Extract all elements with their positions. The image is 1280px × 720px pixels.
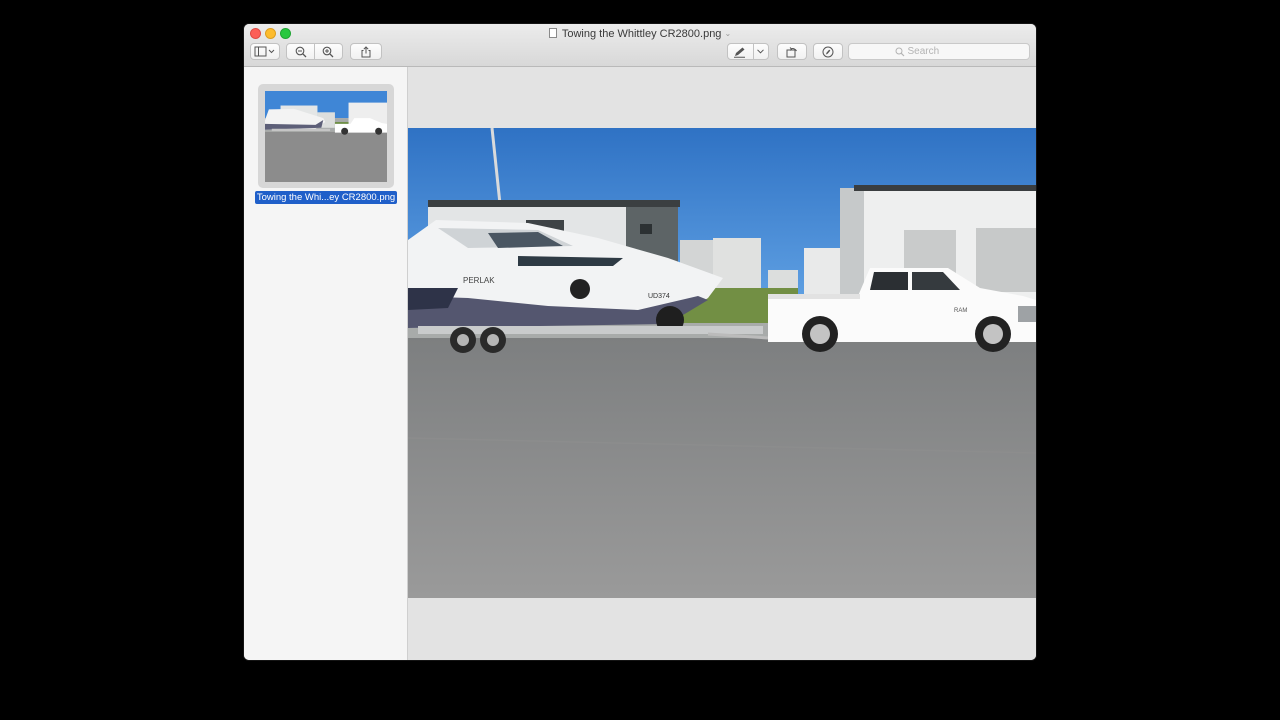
pen-icon xyxy=(734,47,746,58)
search-field[interactable] xyxy=(848,43,1030,60)
search-icon xyxy=(895,47,904,56)
window-title-area[interactable]: Towing the Whittley CR2800.png ⌄ xyxy=(244,26,1036,42)
markup-menu-button[interactable] xyxy=(754,44,768,59)
zoom-out-icon xyxy=(295,46,306,57)
search-input[interactable] xyxy=(907,46,984,57)
share-button[interactable] xyxy=(350,43,382,60)
boat-registration-text: UD374 xyxy=(648,293,670,300)
rotate-button[interactable] xyxy=(777,43,807,60)
sidebar-toggle-button[interactable] xyxy=(250,43,280,60)
photo-towing-boat: PERLAK UD374 RAM xyxy=(408,128,1036,598)
zoom-button-group xyxy=(286,43,343,60)
window-title: Towing the Whittley CR2800.png xyxy=(561,28,722,40)
thumbnail-label[interactable]: Towing the Whi...ey CR2800.png xyxy=(255,191,397,204)
pen-button-face xyxy=(728,44,753,59)
chevron-down-icon xyxy=(757,49,765,54)
share-icon xyxy=(361,45,371,57)
sidebar-icon xyxy=(254,46,275,57)
boat-name-text: PERLAK xyxy=(463,276,495,285)
preview-window: Towing the Whittley CR2800.png ⌄ Search … xyxy=(244,24,1036,660)
markup-toolbar-button[interactable] xyxy=(813,43,843,60)
thumbnail-sidebar: Towing the Whi...ey CR2800.png xyxy=(244,67,408,660)
title-bar[interactable]: Towing the Whittley CR2800.png ⌄ xyxy=(244,24,1036,67)
markup-circle-icon xyxy=(822,46,834,57)
truck-badge-text: RAM xyxy=(954,308,967,314)
thumbnail-item[interactable] xyxy=(258,84,394,188)
zoom-out-button[interactable] xyxy=(287,44,314,59)
rotate-icon xyxy=(786,46,797,57)
chevron-down-icon[interactable]: ⌄ xyxy=(724,26,731,42)
main-image[interactable]: PERLAK UD374 RAM xyxy=(408,128,1036,598)
image-thumbnail xyxy=(265,91,387,182)
document-icon xyxy=(548,28,557,38)
markup-button[interactable] xyxy=(727,43,769,60)
zoom-in-icon xyxy=(323,46,334,57)
zoom-in-button[interactable] xyxy=(315,44,342,59)
image-viewer: PERLAK UD374 RAM xyxy=(408,67,1036,660)
